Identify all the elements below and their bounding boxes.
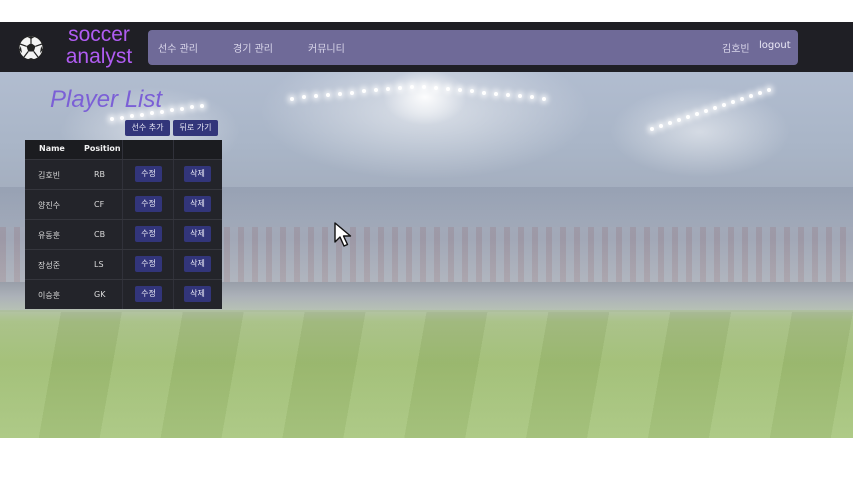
- floodlight: [704, 109, 708, 113]
- floodlight: [180, 106, 184, 111]
- player-name: 유동훈: [38, 231, 61, 240]
- player-position: RB: [94, 170, 106, 179]
- floodlight: [200, 103, 204, 108]
- floodlight: [530, 95, 534, 100]
- column-header-name: Name: [39, 144, 65, 153]
- floodlight: [398, 85, 402, 90]
- floodlight: [494, 91, 498, 96]
- floodlight: [686, 115, 690, 119]
- table-header: Name Position: [25, 140, 222, 159]
- floodlight: [470, 89, 474, 94]
- delete-button[interactable]: 삭제: [184, 256, 211, 272]
- pitch: [0, 312, 853, 438]
- floodlight: [302, 95, 306, 100]
- floodlight: [410, 84, 414, 89]
- soccer-ball-icon[interactable]: [17, 34, 45, 62]
- table-row: 유동훈 CB 수정 삭제: [25, 219, 222, 250]
- floodlight: [650, 127, 654, 131]
- logout-link[interactable]: logout: [759, 40, 791, 51]
- nav-match-management[interactable]: 경기 관리: [233, 40, 273, 55]
- floodlight: [458, 88, 462, 93]
- floodlight: [434, 85, 438, 90]
- add-player-button[interactable]: 선수 추가: [125, 120, 170, 136]
- delete-button[interactable]: 삭제: [184, 196, 211, 212]
- brand-line1: soccer: [68, 23, 130, 46]
- page-title: Player List: [50, 86, 163, 113]
- floodlight: [374, 88, 378, 93]
- floodlight: [446, 87, 450, 91]
- table-row: 김호빈 RB 수정 삭제: [25, 159, 222, 190]
- edit-button[interactable]: 수정: [135, 286, 162, 302]
- floodlight: [749, 94, 753, 98]
- player-name: 양진수: [38, 201, 61, 210]
- floodlight: [767, 88, 771, 92]
- floodlight: [713, 106, 717, 110]
- table-row: 이승훈 GK 수정 삭제: [25, 279, 222, 310]
- floodlight: [518, 94, 522, 99]
- floodlight: [542, 96, 546, 101]
- player-name: 장성준: [38, 261, 61, 270]
- delete-button[interactable]: 삭제: [184, 166, 211, 182]
- player-position: CB: [94, 230, 106, 239]
- floodlight: [110, 117, 114, 121]
- edit-button[interactable]: 수정: [135, 196, 162, 212]
- floodlight: [677, 118, 681, 122]
- floodlight: [314, 94, 318, 99]
- floodlight: [482, 90, 486, 95]
- player-position: GK: [94, 290, 106, 299]
- navbar: soccer analyst 선수 관리 경기 관리 커뮤니티 김호빈 logo…: [0, 22, 853, 72]
- menu-bar: 선수 관리 경기 관리 커뮤니티 김호빈 logout: [148, 30, 798, 65]
- nav-community[interactable]: 커뮤니티: [308, 40, 345, 55]
- table-row: 장성준 LS 수정 삭제: [25, 249, 222, 280]
- floodlight: [506, 93, 510, 97]
- floodlight: [422, 84, 426, 89]
- player-position: CF: [94, 200, 105, 209]
- delete-button[interactable]: 삭제: [184, 286, 211, 302]
- edit-button[interactable]: 수정: [135, 256, 162, 272]
- app-window: soccer analyst 선수 관리 경기 관리 커뮤니티 김호빈 logo…: [0, 22, 853, 438]
- floodlight: [731, 100, 735, 104]
- edit-button[interactable]: 수정: [135, 226, 162, 242]
- table-row: 양진수 CF 수정 삭제: [25, 189, 222, 220]
- floodlight: [758, 91, 762, 95]
- user-name: 김호빈: [722, 44, 750, 55]
- floodlight: [386, 87, 390, 91]
- floodlight: [130, 114, 134, 118]
- player-table: Name Position 김호빈 RB 수정 삭제 양진수 CF 수정 삭제 …: [25, 140, 222, 309]
- floodlight: [170, 108, 174, 112]
- floodlight: [120, 115, 124, 120]
- edit-button[interactable]: 수정: [135, 166, 162, 182]
- floodlight: [338, 91, 342, 96]
- floodlight: [740, 97, 744, 101]
- floodlight: [190, 105, 194, 109]
- floodlight: [326, 93, 330, 97]
- floodlight: [695, 112, 699, 116]
- player-name: 이승훈: [38, 291, 61, 300]
- floodlight: [722, 103, 726, 107]
- delete-button[interactable]: 삭제: [184, 226, 211, 242]
- floodlight: [668, 121, 672, 125]
- column-header-position: Position: [84, 144, 121, 153]
- brand-logo[interactable]: soccer analyst: [58, 24, 140, 68]
- mouse-cursor-icon: [334, 222, 352, 247]
- floodlight: [290, 96, 294, 101]
- floodlight: [659, 124, 663, 128]
- player-name: 김호빈: [38, 171, 61, 180]
- nav-player-management[interactable]: 선수 관리: [158, 40, 198, 55]
- back-button[interactable]: 뒤로 가기: [173, 120, 218, 136]
- brand-line2: analyst: [65, 45, 133, 68]
- floodlight: [350, 90, 354, 95]
- floodlight: [362, 89, 366, 94]
- player-position: LS: [94, 260, 104, 269]
